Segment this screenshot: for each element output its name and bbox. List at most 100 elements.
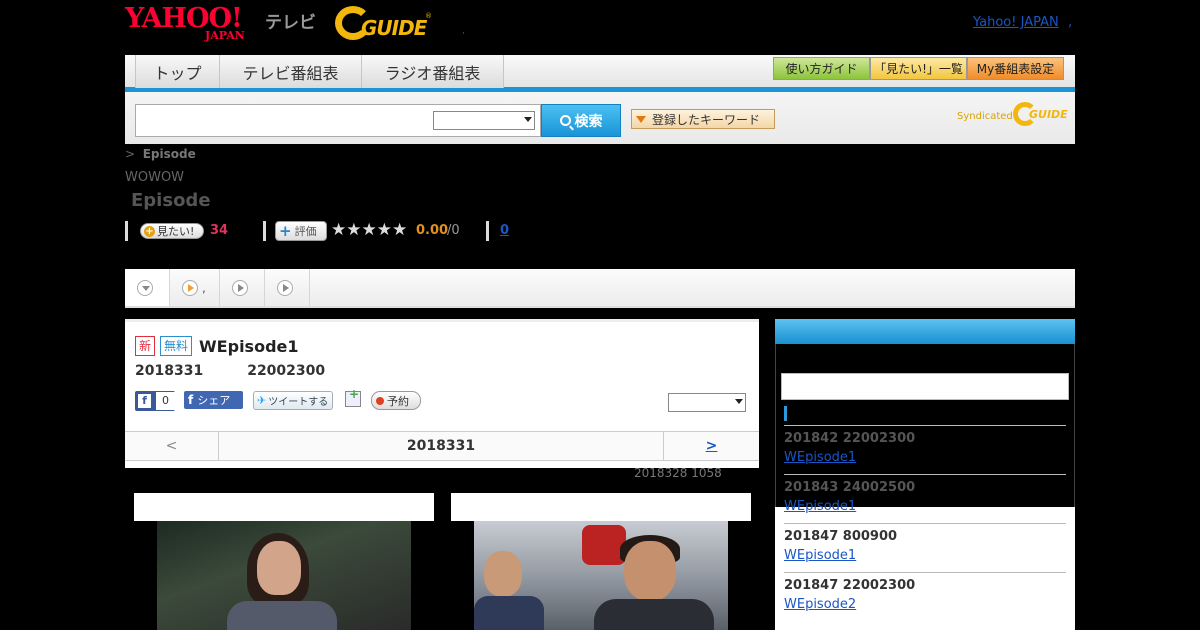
episode-link[interactable]: WEpisode2 xyxy=(784,597,856,612)
site-header: YAHOO! JAPAN テレビ GUIDE ® , Yahoo! JAPAN … xyxy=(0,0,1200,55)
reserve-recording-button[interactable]: 予約 xyxy=(371,391,421,410)
program-stats: + 見たい! 34 + 評価 ★★★★★ 0.00 /0 0 xyxy=(125,220,725,241)
episode-title: WEpisode1 xyxy=(199,336,299,356)
header-dot: , xyxy=(462,26,465,36)
episode-photo[interactable] xyxy=(157,521,411,630)
facebook-icon: f xyxy=(188,393,194,407)
previous-date-button[interactable]: < xyxy=(125,432,219,460)
tv-label[interactable]: テレビ xyxy=(265,8,316,33)
photo-caption-bar xyxy=(451,493,751,521)
syndicated-logo-text: GUIDE xyxy=(1029,108,1068,121)
chevron-down-icon xyxy=(524,117,532,122)
episode-link[interactable]: WEpisode1 xyxy=(784,499,856,514)
gguide-logo-text: GUIDE xyxy=(361,16,427,40)
usage-guide-button[interactable]: 使い方ガイド xyxy=(773,57,870,80)
play-circle-icon xyxy=(232,279,248,296)
tab-top[interactable]: トップ xyxy=(135,55,220,88)
comments-count-link[interactable]: 0 xyxy=(500,223,509,238)
chevron-down-icon xyxy=(735,399,743,404)
episode-link[interactable]: WEpisode1 xyxy=(784,450,856,465)
free-badge: 無料 xyxy=(160,336,193,356)
search-input[interactable] xyxy=(138,108,428,133)
episode-heading: 新 無料 WEpisode1 xyxy=(135,336,299,356)
registered-mark: ® xyxy=(425,12,432,20)
subtab-label: , xyxy=(202,280,206,295)
episode-panel: 新 無料 WEpisode1 2018331 22002300 f 0 f シェア… xyxy=(125,319,759,468)
subtab-1[interactable] xyxy=(125,269,170,306)
syndicated-label: Syndicated xyxy=(957,111,1013,122)
chevron-down-circle-icon xyxy=(137,279,153,296)
photo-figure xyxy=(227,601,337,630)
registered-keywords-label: 登録したキーワード xyxy=(652,112,761,127)
broadcast-datetime: 201842 22002300 xyxy=(784,431,916,446)
rating-count: /0 xyxy=(447,223,460,238)
play-circle-icon xyxy=(277,279,293,296)
record-dot-icon xyxy=(376,396,384,405)
subtab-2[interactable]: , xyxy=(170,269,220,306)
list-item: 201842 22002300 WEpisode1 xyxy=(784,425,1066,474)
subtab-4[interactable] xyxy=(265,269,310,306)
plus-icon: + xyxy=(279,222,292,240)
facebook-share-button[interactable]: f シェア xyxy=(184,391,243,409)
episode-select[interactable] xyxy=(668,393,746,412)
broadcast-datetime: 201847 22002300 xyxy=(784,578,916,593)
want-to-watch-label: 見たい! xyxy=(157,225,195,238)
breadcrumb-current: Episode xyxy=(142,147,196,161)
facebook-like-button[interactable]: f 0 xyxy=(135,391,175,411)
breadcrumb: > Episode xyxy=(125,147,196,161)
channel-name: WOWOW xyxy=(125,170,185,185)
main-nav: トップ テレビ番組表 ラジオ番組表 使い方ガイド 「見たい!」一覧 My番組表設… xyxy=(125,55,1075,92)
broadcast-datetime: 201843 24002500 xyxy=(784,480,916,495)
search-box xyxy=(135,104,541,137)
episode-photo-card xyxy=(134,493,434,630)
tab-radio-listings[interactable]: ラジオ番組表 xyxy=(362,55,504,88)
tab-tv-listings[interactable]: テレビ番組表 xyxy=(220,55,362,88)
photo-caption-bar xyxy=(134,493,434,521)
play-circle-icon xyxy=(182,279,198,296)
my-listings-settings-button[interactable]: My番組表設定 xyxy=(967,57,1064,80)
add-to-calendar-icon[interactable] xyxy=(345,387,361,407)
rating-stars: ★★★★★ xyxy=(331,220,408,240)
yahoo-japan-link[interactable]: Yahoo! JAPAN xyxy=(973,15,1059,30)
search-button[interactable]: 検索 xyxy=(541,104,621,137)
divider xyxy=(125,221,128,241)
upcoming-broadcasts-sidebar: 201842 22002300 WEpisode1 201843 2400250… xyxy=(775,319,1075,630)
breadcrumb-separator: > xyxy=(125,147,136,161)
facebook-icon: f xyxy=(138,394,151,408)
episode-photo-card xyxy=(451,493,751,630)
episode-link[interactable]: WEpisode1 xyxy=(784,548,856,563)
tweet-button[interactable]: ✈ ツイートする xyxy=(253,391,333,410)
search-button-label: 検索 xyxy=(574,113,603,130)
search-category-select[interactable] xyxy=(433,111,535,130)
facebook-share-label: シェア xyxy=(197,394,231,407)
list-item: 201847 22002300 WEpisode2 xyxy=(784,572,1066,621)
photo-figure xyxy=(257,541,301,595)
divider xyxy=(486,221,489,241)
episode-datetime: 2018331 22002300 xyxy=(135,363,325,379)
rate-label: 評価 xyxy=(294,225,317,238)
program-subtabs: , xyxy=(125,269,1075,308)
registered-keywords-button[interactable]: 登録したキーワード xyxy=(631,109,775,129)
rate-button[interactable]: + 評価 xyxy=(275,221,327,241)
gguide-logo[interactable]: GUIDE ® xyxy=(335,6,435,42)
photo-figure xyxy=(594,599,714,630)
plus-icon: + xyxy=(144,225,155,237)
yahoo-japan-logo[interactable]: YAHOO! JAPAN xyxy=(125,4,263,43)
subtab-3[interactable] xyxy=(220,269,265,306)
sidebar-header xyxy=(775,319,1075,344)
episode-time: 22002300 xyxy=(247,363,326,379)
want-to-watch-list-button[interactable]: 「見たい!」一覧 xyxy=(870,57,967,80)
episode-date-nav: < 2018331 > xyxy=(125,431,759,461)
section-marker xyxy=(784,406,787,421)
twitter-bird-icon: ✈ xyxy=(257,394,267,407)
header-trailing-comma: , xyxy=(1068,15,1073,30)
new-badge: 新 xyxy=(135,336,156,356)
sidebar-search-field[interactable] xyxy=(781,373,1069,400)
broadcast-datetime: 201847 800900 xyxy=(784,529,898,544)
photo-object xyxy=(582,525,626,565)
list-item: 201843 24002500 WEpisode1 xyxy=(784,474,1066,523)
episode-photo[interactable] xyxy=(474,521,728,630)
next-date-link[interactable]: > xyxy=(663,432,759,460)
divider xyxy=(263,221,266,241)
want-to-watch-button[interactable]: + 見たい! xyxy=(140,223,204,239)
